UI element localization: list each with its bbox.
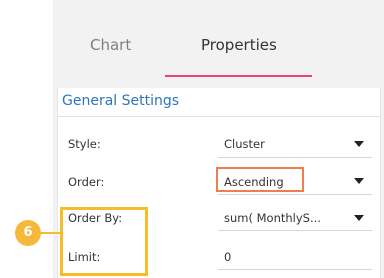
active-tab-indicator [165,75,312,77]
chevron-down-icon[interactable] [354,141,364,147]
tab-properties[interactable]: Properties [201,36,277,54]
chevron-down-icon[interactable] [354,215,364,221]
step-number-badge: 6 [15,220,41,246]
section-divider [57,116,380,117]
style-select-value: Cluster [224,137,265,151]
order-highlight-box [216,167,304,192]
section-title: General Settings [62,93,180,109]
order-by-select-value: sum( MonthlyS... [224,211,321,225]
style-select-underline [218,157,372,158]
order-select-underline [218,194,372,195]
order-by-limit-highlight-box [60,207,148,276]
style-label: Style: [68,137,101,151]
limit-input-value[interactable]: 0 [224,250,231,264]
limit-input-underline [218,269,372,270]
tab-chart[interactable]: Chart [90,36,131,54]
order-by-select-underline [218,230,372,231]
chevron-down-icon[interactable] [354,178,364,184]
callout-connector [40,232,60,234]
order-label: Order: [68,175,105,189]
